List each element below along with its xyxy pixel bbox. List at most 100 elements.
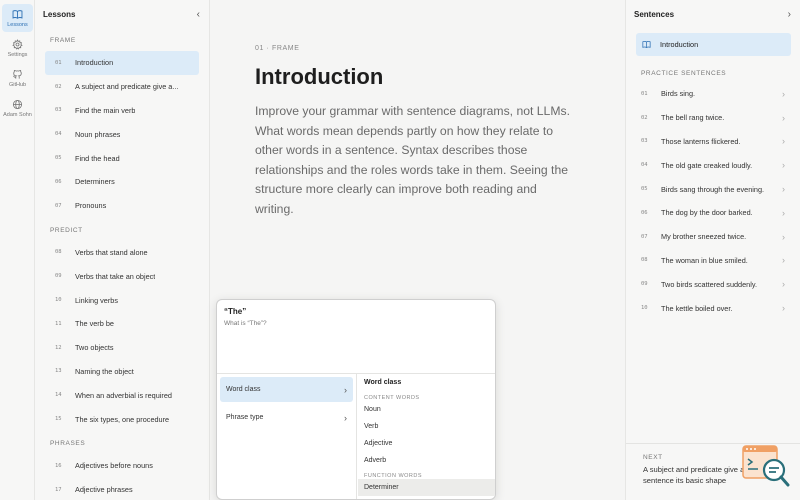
rail-lessons[interactable]: Lessons xyxy=(2,4,33,32)
sentence-num: 02 xyxy=(641,114,648,121)
lesson-item[interactable]: 08 Verbs that stand alone xyxy=(45,241,199,265)
word-class-determiner[interactable]: Determiner xyxy=(358,479,495,496)
lesson-item[interactable]: 01 Introduction xyxy=(45,51,199,75)
lesson-num: 03 xyxy=(55,107,62,114)
lesson-item[interactable]: 17 Adjective phrases xyxy=(45,478,199,500)
sentence-text: Those lanterns flickered. xyxy=(661,136,741,146)
lesson-text: Introduction xyxy=(75,58,114,68)
option-phrase-type[interactable]: Phrase type › xyxy=(220,405,353,430)
sentence-item[interactable]: 03 Those lanterns flickered. › xyxy=(626,130,800,154)
section-label: FRAME xyxy=(50,37,76,44)
collapse-chevron-left-icon[interactable]: ‹ xyxy=(197,9,200,20)
word-class-panel: Word class CONTENT WORDS Noun Verb Adjec… xyxy=(358,374,495,499)
chevron-right-icon: › xyxy=(782,231,785,242)
gear-icon xyxy=(12,38,23,50)
sentence-item[interactable]: 09 Two birds scattered suddenly. › xyxy=(626,272,800,296)
lesson-item[interactable]: 04 Noun phrases xyxy=(45,122,199,146)
sentence-item[interactable]: 07 My brother sneezed twice. › xyxy=(626,225,800,249)
sentence-num: 09 xyxy=(641,281,648,288)
collapse-chevron-right-icon[interactable]: › xyxy=(788,9,791,20)
sentence-num: 01 xyxy=(641,90,648,97)
lesson-num: 07 xyxy=(55,202,62,209)
section-label: PHRASES xyxy=(50,439,86,447)
sentence-text: Birds sing. xyxy=(661,89,696,99)
icon-rail: Lessons Settings GitHub Adam Sohn xyxy=(0,0,35,500)
lesson-item[interactable]: 07 Pronouns xyxy=(45,194,199,218)
sentence-num: 03 xyxy=(641,138,648,145)
sentence-item[interactable]: 01 Birds sing. › xyxy=(626,82,800,106)
lesson-text: The verb be xyxy=(75,319,114,329)
word-class-noun[interactable]: Noun xyxy=(358,401,495,418)
rail-github[interactable]: GitHub xyxy=(2,64,33,92)
option-label: Word class xyxy=(226,386,261,393)
sentence-text: The woman in blue smiled. xyxy=(661,255,748,265)
lesson-item[interactable]: 14 When an adverbial is required xyxy=(45,383,199,407)
sentences-header: Sentences › xyxy=(626,0,800,28)
sentence-item[interactable]: 04 The old gate creaked loudly. › xyxy=(626,153,800,177)
sentence-text: The bell rang twice. xyxy=(661,113,725,123)
lesson-text: Adjective phrases xyxy=(75,485,133,495)
function-words-label: FUNCTION WORDS xyxy=(364,473,423,479)
book-icon xyxy=(642,40,651,49)
rail-label: GitHub xyxy=(8,81,27,88)
chevron-right-icon: › xyxy=(782,303,785,314)
panel-title: Word class xyxy=(364,379,402,386)
sentence-text: Birds sang through the evening. xyxy=(661,184,765,194)
sentence-text: The kettle boiled over. xyxy=(661,303,733,313)
intro-item[interactable]: Introduction xyxy=(636,33,791,56)
chevron-right-icon: › xyxy=(782,255,785,266)
word-popup: “The” What is “The”? Word class › Phrase … xyxy=(216,299,496,500)
lesson-item[interactable]: 06 Determiners xyxy=(45,170,199,194)
sentence-item[interactable]: 05 Birds sang through the evening. › xyxy=(626,177,800,201)
sentence-item[interactable]: 08 The woman in blue smiled. › xyxy=(626,249,800,273)
lesson-item[interactable]: 03 Find the main verb xyxy=(45,99,199,123)
github-icon xyxy=(13,69,22,79)
chat-search-icon xyxy=(742,445,790,487)
chevron-right-icon: › xyxy=(782,112,785,123)
lesson-item[interactable]: 15 The six types, one procedure xyxy=(45,407,199,431)
lesson-text: Find the head xyxy=(75,153,120,163)
lesson-text: Noun phrases xyxy=(75,129,121,139)
page-title: Introduction xyxy=(255,64,384,89)
sentence-item[interactable]: 02 The bell rang twice. › xyxy=(626,106,800,130)
lesson-text: The six types, one procedure xyxy=(75,414,170,424)
sentence-item[interactable]: 06 The dog by the door barked. › xyxy=(626,201,800,225)
sentence-num: 06 xyxy=(641,209,648,216)
chevron-right-icon: › xyxy=(782,88,785,99)
popup-options: Word class › Phrase type › xyxy=(217,374,357,499)
assistant-widget[interactable] xyxy=(742,445,790,489)
popup-word: “The” xyxy=(224,307,247,316)
word-class-verb[interactable]: Verb xyxy=(358,418,495,435)
chevron-right-icon: › xyxy=(782,160,785,171)
lessons-title: Lessons xyxy=(43,9,76,19)
lesson-item[interactable]: 02 A subject and predicate give a... xyxy=(45,75,199,99)
content-words-label: CONTENT WORDS xyxy=(364,395,420,401)
option-word-class[interactable]: Word class › xyxy=(220,377,353,402)
sentence-item[interactable]: 10 The kettle boiled over. › xyxy=(626,296,800,320)
lesson-item[interactable]: 05 Find the head xyxy=(45,146,199,170)
intro-label: Introduction xyxy=(660,40,699,49)
rail-settings[interactable]: Settings xyxy=(2,34,33,62)
lesson-num: 09 xyxy=(55,273,62,280)
lesson-text: Verbs that stand alone xyxy=(75,247,148,257)
rail-profile[interactable]: Adam Sohn xyxy=(2,94,33,122)
lesson-item[interactable]: 16 Adjectives before nouns xyxy=(45,454,199,478)
lesson-item[interactable]: 13 Naming the object xyxy=(45,360,199,384)
lesson-item[interactable]: 09 Verbs that take an object xyxy=(45,264,199,288)
lesson-text: When an adverbial is required xyxy=(75,390,172,400)
sentence-num: 04 xyxy=(641,162,648,169)
word-class-adjective[interactable]: Adjective xyxy=(358,435,495,452)
lesson-num: 16 xyxy=(55,462,62,469)
rail-label: Settings xyxy=(7,51,28,58)
sentence-text: The dog by the door barked. xyxy=(661,208,753,218)
sentence-text: Two birds scattered suddenly. xyxy=(661,279,757,289)
sentence-num: 08 xyxy=(641,257,648,264)
lesson-item[interactable]: 10 Linking verbs xyxy=(45,288,199,312)
lesson-num: 08 xyxy=(55,249,62,256)
word-class-adverb[interactable]: Adverb xyxy=(358,452,495,469)
lesson-num: 06 xyxy=(55,178,62,185)
lesson-item[interactable]: 11 The verb be xyxy=(45,312,199,336)
lesson-item[interactable]: 12 Two objects xyxy=(45,336,199,360)
sentence-num: 07 xyxy=(641,233,648,240)
lesson-text: Find the main verb xyxy=(75,105,136,115)
